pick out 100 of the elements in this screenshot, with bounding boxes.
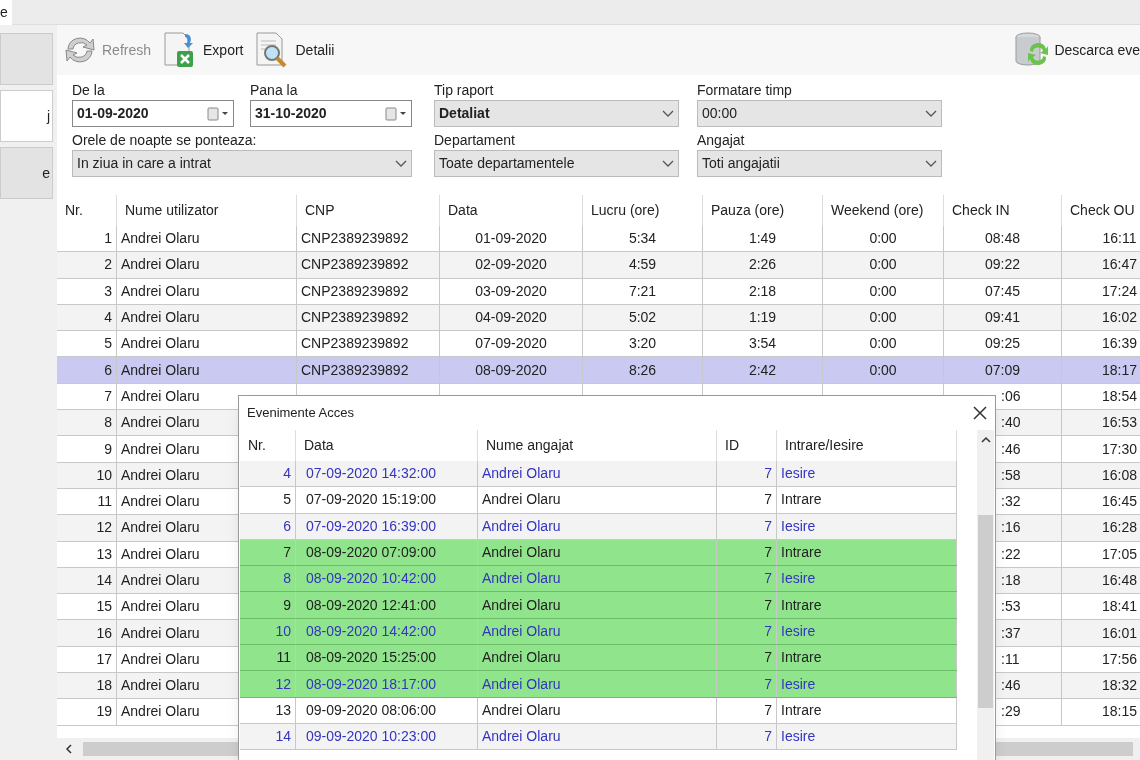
table-cell-text: 16:01 <box>1101 623 1137 643</box>
table-row[interactable]: 2 Andrei Olaru CNP2389239892 02-09-2020 4:59 2:26 0:00 09:22 16:47 <box>57 252 1140 279</box>
table-cell-text: 4:59 <box>628 255 657 275</box>
dropdown[interactable]: 00:00 <box>697 100 942 127</box>
sidebar-item[interactable]: j <box>0 90 53 142</box>
date-field[interactable]: 01-09-2020 <box>72 100 234 127</box>
close-icon[interactable] <box>973 406 987 420</box>
table-row[interactable]: 5 Andrei Olaru CNP2389239892 07-09-2020 3:20 3:54 0:00 09:25 16:39 <box>57 331 1140 358</box>
table-cell-text: 17:56 <box>1101 649 1137 669</box>
table-cell-text: 9 <box>283 595 291 615</box>
table-cell-text: 16:02 <box>1101 308 1137 328</box>
table-cell-text: 7 <box>764 464 772 484</box>
table-cell-text: 16:53 <box>1101 413 1137 433</box>
table-cell-text: CNP2389239892 <box>301 229 409 249</box>
table-cell-text: 15 <box>96 597 112 617</box>
sidebar-item[interactable]: e <box>0 147 53 199</box>
table-cell-text: 8 <box>283 569 291 589</box>
table-cell-text: 7:21 <box>628 281 657 301</box>
table-cell-text: CNP2389239892 <box>301 360 409 380</box>
dropdown[interactable]: In ziua in care a intrat <box>72 150 412 177</box>
tab[interactable]: e <box>0 0 12 25</box>
dropdown[interactable]: Detaliat <box>434 100 679 127</box>
date-field[interactable]: 31-10-2020 <box>250 100 412 127</box>
table-row[interactable]: 4 Andrei Olaru CNP2389239892 04-09-2020 5:02 1:19 0:00 09:41 16:02 <box>57 304 1140 332</box>
table-cell-text: Andrei Olaru <box>482 674 561 694</box>
table-cell-text: Andrei Olaru <box>121 597 200 617</box>
table-cell-text: Andrei Olaru <box>482 464 561 484</box>
table-cell-text: Andrei Olaru <box>121 281 200 301</box>
table-cell-text: Iesire <box>781 674 816 694</box>
table-cell-text: 17:30 <box>1101 439 1137 459</box>
table-cell-text: 16:08 <box>1101 465 1137 485</box>
details-button[interactable]: Detalii <box>252 30 336 70</box>
table-cell-text: 7 <box>764 674 772 694</box>
table-cell-text: 2:26 <box>748 255 777 275</box>
table-cell-text: 09-09-2020 08:06:00 <box>306 700 436 720</box>
export-button[interactable]: Export <box>160 30 245 70</box>
table-cell-text: Andrei Olaru <box>482 700 561 720</box>
table-cell-text: CNP2389239892 <box>301 281 409 301</box>
table-cell-text: Andrei Olaru <box>482 543 561 563</box>
table-cell-text: :46 <box>1001 676 1021 696</box>
table-cell-text: 17 <box>96 649 112 669</box>
table-row[interactable]: 6 Andrei Olaru CNP2389239892 08-09-2020 8:26 2:42 0:00 07:09 18:17 <box>57 357 1140 384</box>
table-cell-text: 07:45 <box>984 281 1020 301</box>
table-cell-text: 1:49 <box>748 229 777 249</box>
dropdown[interactable]: Toate departamentele <box>434 150 679 177</box>
table-cell-text: 8:26 <box>628 360 657 380</box>
table-cell-text: 12 <box>96 518 112 538</box>
table-cell-text: 09-09-2020 10:23:00 <box>306 727 436 747</box>
table-cell-text: 18 <box>96 676 112 696</box>
table-cell-text: 7 <box>764 727 772 747</box>
table-cell-text: 7 <box>764 648 772 668</box>
table-cell-text: 0:00 <box>869 229 897 249</box>
table-cell-text: CNP2389239892 <box>301 255 409 275</box>
table-cell-text: 12 <box>275 674 291 694</box>
table-cell-text: 18:15 <box>1101 702 1137 722</box>
table-cell-text: 7 <box>764 700 772 720</box>
table-cell-text: 2:18 <box>748 281 777 301</box>
table-row[interactable]: 1 Andrei Olaru CNP2389239892 01-09-2020 5:34 1:49 0:00 08:48 16:11 <box>57 226 1140 253</box>
field-label: Tip raport <box>434 81 495 100</box>
table-cell-text: :53 <box>1001 597 1021 617</box>
vertical-scrollbar[interactable] <box>977 430 994 760</box>
table-cell-text: Intrare <box>781 700 822 720</box>
table-cell-text: Andrei Olaru <box>121 308 200 328</box>
dropdown[interactable]: Toti angajatii <box>697 150 942 177</box>
table-cell-text: Andrei Olaru <box>121 518 200 538</box>
table-cell-text: 1:19 <box>748 308 777 328</box>
table-cell-text: Iesire <box>781 569 816 589</box>
table-cell-text: 08-09-2020 14:42:00 <box>306 621 436 641</box>
table-cell-text: 18:41 <box>1101 597 1137 617</box>
table-cell-text: Andrei Olaru <box>121 649 200 669</box>
table-cell-text: 18:32 <box>1101 676 1137 696</box>
download-events-button[interactable]: Descarca eve <box>1014 30 1140 70</box>
table-cell-text: :16 <box>1001 518 1021 538</box>
table-cell-text: 9 <box>104 439 112 459</box>
table-cell-text: 09:22 <box>984 255 1020 275</box>
table-cell-text: Andrei Olaru <box>121 439 200 459</box>
scroll-left-icon[interactable] <box>65 744 73 754</box>
table-cell-text: 10 <box>275 621 291 641</box>
table-row[interactable]: 3 Andrei Olaru CNP2389239892 03-09-2020 7:21 2:18 0:00 07:45 17:24 <box>57 278 1140 305</box>
table-cell-text: 3 <box>104 281 112 301</box>
table-cell-text: 1 <box>104 229 112 249</box>
table-cell-text: Andrei Olaru <box>121 465 200 485</box>
table-cell-text: 7 <box>764 516 772 536</box>
table-cell-text: 07-09-2020 15:19:00 <box>306 490 436 510</box>
scrollbar-thumb[interactable] <box>978 515 993 708</box>
table-cell-text: 7 <box>283 543 291 563</box>
dropdown-chevron-icon <box>925 109 937 118</box>
scroll-up-icon[interactable] <box>980 436 991 443</box>
table-cell-text: Andrei Olaru <box>121 702 200 722</box>
table-cell-text: Andrei Olaru <box>121 255 200 275</box>
table-cell-text: 16:47 <box>1101 255 1137 275</box>
table-cell-text: :22 <box>1001 544 1021 564</box>
table-cell-text: Iesire <box>781 621 816 641</box>
table-cell-text: 0:00 <box>869 334 897 354</box>
table-cell-text: 16:11 <box>1102 229 1137 249</box>
table-cell-text: 09:41 <box>984 308 1020 328</box>
table-cell-text: 16 <box>96 623 112 643</box>
table-cell-text: 17:05 <box>1101 544 1137 564</box>
table-cell-text: Andrei Olaru <box>121 571 200 590</box>
table-cell-text: :11 <box>1001 649 1020 669</box>
